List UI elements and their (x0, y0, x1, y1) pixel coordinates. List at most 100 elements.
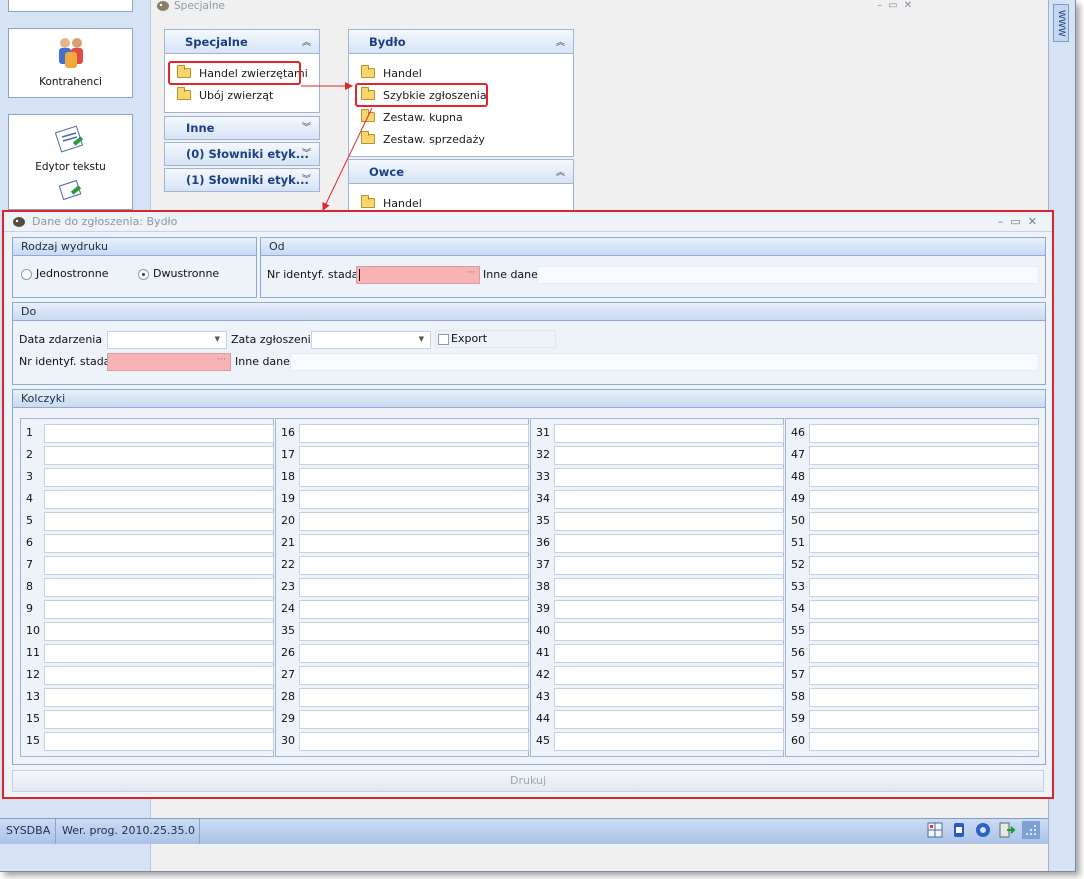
kontrahenci-button[interactable]: Kontrahenci (8, 28, 133, 98)
od-inne-dane-input[interactable] (537, 266, 1039, 284)
kolczyk-input[interactable] (44, 424, 274, 443)
www-side-tab[interactable]: WWW (1053, 4, 1069, 42)
group-slowniki-1[interactable]: (1) Słowniki etyk... ︾ (164, 168, 320, 192)
exit-icon[interactable] (998, 821, 1016, 839)
kolczyk-input[interactable] (44, 446, 274, 465)
kolczyk-input[interactable] (299, 710, 529, 729)
kolczyk-input[interactable] (44, 556, 274, 575)
kolczyk-input[interactable] (44, 468, 274, 487)
kolczyk-input[interactable] (554, 688, 784, 707)
group-specjalne-header[interactable]: Specjalne ︽ (165, 30, 319, 54)
group-slowniki-0[interactable]: (0) Słowniki etyk... ︾ (164, 142, 320, 166)
kolczyk-input[interactable] (299, 446, 529, 465)
group-owce-header[interactable]: Owce ︽ (349, 160, 573, 184)
kolczyk-input[interactable] (554, 644, 784, 663)
item-uboj-zwierzat[interactable]: Ubój zwierząt (165, 84, 319, 106)
group-inne[interactable]: Inne ︾ (164, 116, 320, 140)
kolczyk-input[interactable] (299, 644, 529, 663)
data-zdarzenia-select[interactable]: ▼ (107, 331, 227, 349)
kolczyk-input[interactable] (44, 512, 274, 531)
kolczyk-input[interactable] (809, 578, 1039, 597)
kolczyk-input[interactable] (554, 732, 784, 751)
collapse-icon[interactable]: ︽ (556, 35, 565, 48)
kolczyk-input[interactable] (809, 468, 1039, 487)
kolczyk-input[interactable] (554, 512, 784, 531)
kolczyk-input[interactable] (44, 688, 274, 707)
database-icon[interactable] (950, 821, 968, 839)
expand-icon[interactable]: ︾ (302, 143, 311, 165)
kolczyk-input[interactable] (44, 622, 274, 641)
kolczyk-input[interactable] (809, 710, 1039, 729)
gear-icon[interactable] (974, 821, 992, 839)
drukuj-button[interactable]: Drukuj (12, 770, 1044, 792)
kolczyk-input[interactable] (809, 556, 1039, 575)
kolczyk-input[interactable] (44, 490, 274, 509)
kolczyk-input[interactable] (554, 446, 784, 465)
collapse-icon[interactable]: ︽ (302, 35, 311, 48)
item-bydlo-handel[interactable]: Handel (349, 62, 573, 84)
item-zestaw-sprzedazy[interactable]: Zestaw. sprzedaży (349, 128, 573, 150)
item-zestaw-kupna[interactable]: Zestaw. kupna (349, 106, 573, 128)
kolczyk-input[interactable] (554, 710, 784, 729)
group-bydlo-header[interactable]: Bydło ︽ (349, 30, 573, 54)
kolczyk-input[interactable] (554, 424, 784, 443)
kolczyk-input[interactable] (554, 556, 784, 575)
collapse-icon[interactable]: ︽ (556, 165, 565, 178)
kolczyk-input[interactable] (299, 622, 529, 641)
kolczyk-input[interactable] (809, 424, 1039, 443)
kolczyk-input[interactable] (554, 578, 784, 597)
od-nr-identyf-input[interactable]: ··· (356, 266, 480, 284)
kolczyk-input[interactable] (554, 622, 784, 641)
expand-icon[interactable]: ︾ (302, 117, 311, 139)
kolczyk-input[interactable] (809, 600, 1039, 619)
kolczyk-input[interactable] (299, 688, 529, 707)
kolczyk-input[interactable] (809, 732, 1039, 751)
kolczyk-input[interactable] (809, 622, 1039, 641)
kolczyk-input[interactable] (809, 666, 1039, 685)
kolczyk-input[interactable] (44, 534, 274, 553)
kolczyk-input[interactable] (44, 666, 274, 685)
kolczyk-input[interactable] (554, 600, 784, 619)
kolczyk-input[interactable] (299, 578, 529, 597)
kolczyk-input[interactable] (299, 556, 529, 575)
kolczyk-input[interactable] (554, 468, 784, 487)
resize-grip-icon[interactable] (1022, 821, 1040, 839)
kolczyk-input[interactable] (44, 710, 274, 729)
radio-dwustronne[interactable] (138, 269, 149, 280)
kolczyk-input[interactable] (44, 732, 274, 751)
do-nr-identyf-input[interactable]: ··· (107, 353, 231, 371)
kolczyk-input[interactable] (44, 578, 274, 597)
kolczyk-input[interactable] (809, 534, 1039, 553)
background-window-controls[interactable]: –▭✕ (877, 0, 918, 12)
kolczyk-input[interactable] (299, 600, 529, 619)
kolczyk-input[interactable] (809, 490, 1039, 509)
chevron-down-icon[interactable]: ▼ (215, 335, 220, 343)
expand-icon[interactable]: ︾ (302, 169, 311, 191)
kolczyk-input[interactable] (299, 666, 529, 685)
kolczyk-input[interactable] (299, 534, 529, 553)
dialog-window-controls[interactable]: –▭✕ (998, 212, 1044, 231)
kolczyk-input[interactable] (299, 468, 529, 487)
kolczyk-input[interactable] (299, 512, 529, 531)
kolczyk-input[interactable] (44, 600, 274, 619)
do-inne-dane-input[interactable] (290, 353, 1039, 371)
browse-icon[interactable]: ··· (466, 268, 475, 278)
kolczyk-input[interactable] (809, 644, 1039, 663)
kolczyk-input[interactable] (554, 534, 784, 553)
zata-zgloszenia-select[interactable]: ▼ (311, 331, 431, 349)
radio-jednostronne[interactable] (21, 269, 32, 280)
kolczyk-input[interactable] (554, 490, 784, 509)
launcher-button-top[interactable] (8, 0, 133, 12)
kolczyk-input[interactable] (44, 644, 274, 663)
browse-icon[interactable]: ··· (217, 355, 226, 365)
kolczyk-input[interactable] (809, 512, 1039, 531)
kolczyk-input[interactable] (299, 490, 529, 509)
edytor-tekstu-button[interactable]: Edytor tekstu (8, 114, 133, 210)
calculator-icon[interactable] (926, 821, 944, 839)
kolczyk-input[interactable] (809, 688, 1039, 707)
kolczyk-input[interactable] (299, 732, 529, 751)
kolczyk-input[interactable] (299, 424, 529, 443)
kolczyk-input[interactable] (554, 666, 784, 685)
chevron-down-icon[interactable]: ▼ (419, 335, 424, 343)
kolczyk-input[interactable] (809, 446, 1039, 465)
